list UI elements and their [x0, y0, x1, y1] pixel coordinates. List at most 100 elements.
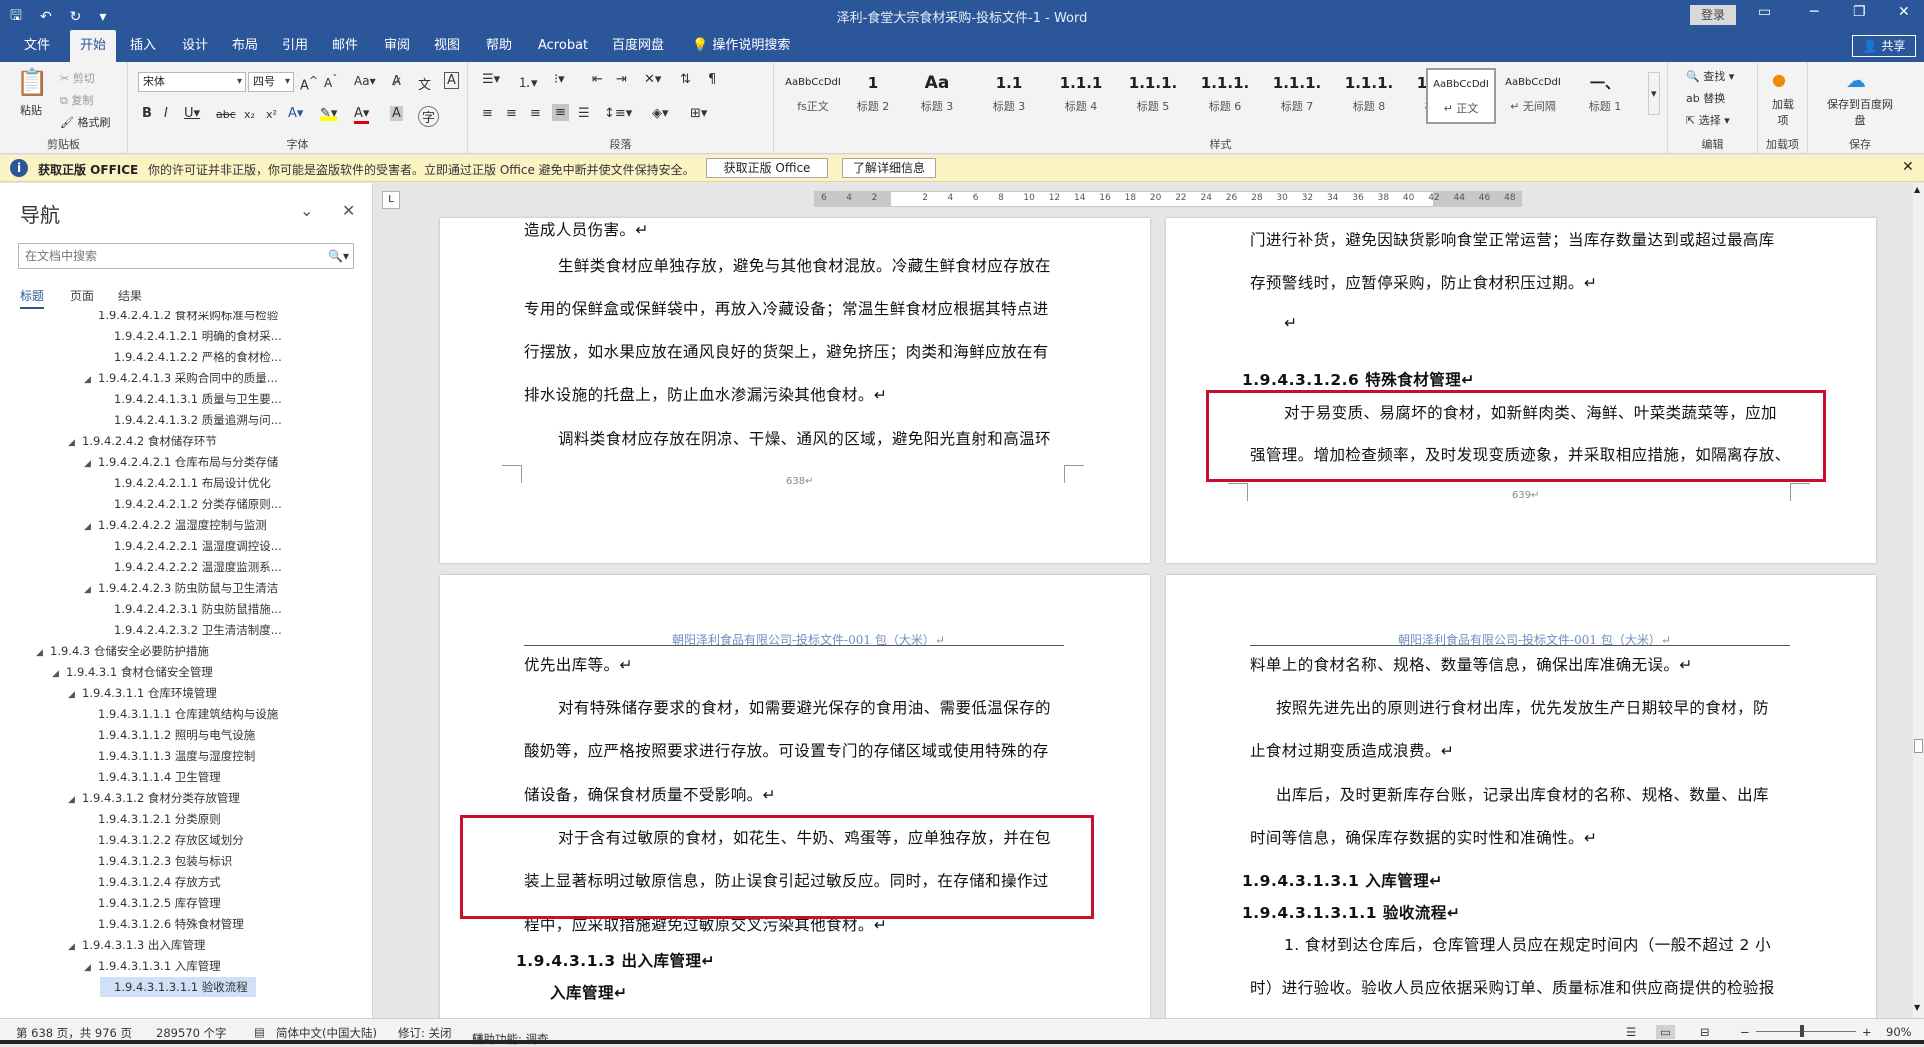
sort-icon[interactable]: ⇅ [680, 72, 691, 87]
style-item[interactable]: 1.1 标题 3 [974, 68, 1044, 124]
tab-design[interactable]: 设计 [172, 30, 218, 62]
doc-line[interactable]: 优先出库等。↵ [524, 653, 633, 675]
expand-arrow-icon[interactable]: ◢ [68, 937, 82, 957]
nav-tree-item[interactable]: 1.9.4.3.1.2.4 存放方式 [84, 872, 221, 892]
minimize-icon[interactable]: ─ [1810, 4, 1818, 20]
search-icon[interactable]: 🔍▾ [328, 244, 349, 268]
tab-acrobat[interactable]: Acrobat [528, 30, 598, 62]
font-size-combo[interactable]: 四号 [248, 72, 294, 92]
cut-button[interactable]: ✂ 剪切 [60, 70, 95, 86]
nav-tree-item[interactable]: ◢ 1.9.4.2.4.2.3 防虫防鼠与卫生清洁 [84, 578, 278, 598]
nav-tree-item[interactable]: ◢ 1.9.4.3.1.3 出入库管理 [68, 935, 205, 955]
tab-review[interactable]: 审阅 [374, 30, 420, 62]
nav-tree-item[interactable]: ◢ 1.9.4.3.1.1 仓库环境管理 [68, 683, 217, 703]
nav-tree-item[interactable]: 1.9.4.3.1.2.1 分类原则 [84, 809, 221, 829]
nav-tree-item[interactable]: ◢ 1.9.4.2.4.2.2 温湿度控制与监测 [84, 515, 267, 535]
doc-line[interactable]: 调料类食材应存放在阴凉、干燥、通风的区域，避免阳光直射和高温环 [558, 427, 1051, 449]
doc-line[interactable]: 止食材过期变质造成浪费。↵ [1250, 739, 1454, 761]
ribbon-display-options-icon[interactable]: ▭ [1758, 4, 1771, 20]
doc-line[interactable]: 行摆放，如水果应放在通风良好的货架上，避免挤压；肉类和海鲜应放在有 [524, 340, 1049, 362]
tab-selector[interactable]: L [382, 191, 400, 209]
learn-more-button[interactable]: 了解详细信息 [842, 158, 936, 178]
style-item-normal-selected[interactable]: AaBbCcDdI ↵ 正文 [1426, 68, 1496, 124]
nav-tree-item[interactable]: ◢ 1.9.4.2.4.1.3 采购合同中的质量... [84, 368, 278, 388]
close-message-icon[interactable]: ✕ [1902, 159, 1914, 175]
expand-arrow-icon[interactable]: ◢ [68, 790, 82, 810]
doc-line[interactable]: 专用的保鲜盒或保鲜袋中，再放入冷藏设备；常温生鲜食材应根据其特点进 [524, 297, 1049, 319]
word-count[interactable]: 289570 个字 [156, 1025, 227, 1041]
doc-line[interactable]: 按照先进先出的原则进行食材出库，优先发放生产日期较早的食材，防 [1276, 696, 1769, 718]
nav-tree-item[interactable]: ◢ 1.9.4.3.1 食材仓储安全管理 [52, 662, 213, 682]
borders-icon[interactable]: ⊞▾ [690, 106, 707, 121]
proofing-icon[interactable]: ▤ [254, 1025, 265, 1039]
nav-tree-item[interactable]: 1.9.4.2.4.1.3.2 质量追溯与问... [100, 410, 282, 430]
superscript-icon[interactable]: x² [266, 108, 277, 121]
style-item[interactable]: AaBbCcDdI ↵ 无间隔 [1498, 68, 1568, 124]
doc-line[interactable]: 门进行补货，避免因缺货影响食堂正常运营；当库存数量达到或超过最高库 [1250, 228, 1775, 250]
find-button[interactable]: 🔍 查找 ▾ [1686, 68, 1734, 84]
doc-line[interactable]: 造成人员伤害。↵ [524, 218, 649, 240]
clear-formatting-icon[interactable]: A̷ [392, 74, 401, 89]
addins-icon[interactable]: ● [1772, 70, 1786, 89]
italic-icon[interactable]: I [164, 106, 168, 121]
character-border-icon[interactable]: A [444, 72, 459, 89]
restore-icon[interactable]: ❐ [1853, 4, 1866, 20]
doc-line[interactable]: 生鲜类食材应单独存放，避免与其他食材混放。冷藏生鲜食材应存放在 [558, 254, 1051, 276]
tab-file[interactable]: 文件 [14, 30, 60, 62]
expand-arrow-icon[interactable]: ◢ [68, 685, 82, 705]
nav-tree-item[interactable]: 1.9.4.2.4.2.1.2 分类存储原则... [100, 494, 282, 514]
tab-home[interactable]: 开始 [70, 30, 117, 62]
nav-tree-item[interactable]: 1.9.4.2.4.2.2.1 温湿度调控设... [100, 536, 282, 556]
save-to-baidu-button[interactable]: 保存到百度网盘 [1822, 96, 1898, 128]
expand-arrow-icon[interactable]: ◢ [36, 643, 50, 663]
doc-line[interactable]: 出库后，及时更新库存台账，记录出库食材的名称、规格、数量、出库 [1276, 783, 1769, 805]
nav-tree-item[interactable]: 1.9.4.3.1.1.3 温度与湿度控制 [84, 746, 255, 766]
focus-mode-icon[interactable]: ☰ [1626, 1025, 1636, 1039]
increase-indent-icon[interactable]: ⇥ [616, 72, 627, 87]
highlight-icon[interactable]: ✎▾ [320, 106, 338, 121]
style-item[interactable]: 1.1.1 标题 4 [1046, 68, 1116, 124]
nav-search-input[interactable]: 在文档中搜索 🔍▾ [18, 243, 354, 269]
style-item[interactable]: Aa 标题 3 [902, 68, 972, 124]
doc-line[interactable]: 存预警线时，应暂停采购，防止食材积压过期。↵ [1250, 271, 1597, 293]
text-effects-icon[interactable]: A▾ [288, 106, 303, 121]
nav-tree-item[interactable]: 1.9.4.2.4.2.1.1 布局设计优化 [100, 473, 271, 493]
phonetic-guide-icon[interactable]: 文 [418, 74, 431, 93]
subscript-icon[interactable]: x₂ [244, 108, 255, 121]
styles-more-icon[interactable]: ▾ [1648, 72, 1660, 115]
doc-line[interactable]: 1. 食材到达仓库后，仓库管理人员应在规定时间内（一般不超过 2 小 [1284, 933, 1771, 955]
heading-inbound-management[interactable]: 1.9.4.3.1.3.1 入库管理↵ [1242, 869, 1443, 891]
heading-inspection-process[interactable]: 1.9.4.3.1.3.1.1 验收流程↵ [1242, 901, 1460, 923]
get-genuine-button[interactable]: 获取正版 Office [706, 158, 828, 178]
nav-tree-item[interactable]: 1.9.4.3.1.2.6 特殊食材管理 [84, 914, 244, 934]
font-name-combo[interactable]: 宋体 [138, 72, 246, 92]
heading-special-food[interactable]: 1.9.4.3.1.2.6 特殊食材管理↵ [1242, 368, 1475, 390]
expand-arrow-icon[interactable]: ◢ [84, 580, 98, 600]
nav-tree-item[interactable]: ◢ 1.9.4.2.4.2 食材储存环节 [68, 431, 217, 451]
paste-icon[interactable]: 📋 [16, 68, 48, 98]
style-item[interactable]: 1.1.1. 标题 6 [1190, 68, 1260, 124]
style-item[interactable]: 1 标题 2 [838, 68, 908, 124]
tell-me-search[interactable]: 💡 操作说明搜索 [682, 30, 800, 62]
doc-line[interactable]: ↵ [1284, 314, 1297, 332]
close-window-icon[interactable]: ✕ [1898, 4, 1910, 20]
nav-tab-pages[interactable]: 页面 [70, 287, 94, 304]
nav-tree-item[interactable]: 1.9.4.3.1.2.2 存放区域划分 [84, 830, 244, 850]
horizontal-ruler[interactable]: 6 4 2 2 4 6 8 10 12 14 16 18 20 22 24 26 28 30 32 34 36 38 40 4… [814, 191, 1522, 207]
tab-references[interactable]: 引用 [272, 30, 318, 62]
numbering-icon[interactable]: ⒈▾ [518, 72, 538, 91]
doc-line[interactable]: 排水设施的托盘上，防止血水渗漏污染其他食材。↵ [524, 383, 887, 405]
vertical-scrollbar[interactable]: ▲ ▼ [1913, 183, 1924, 1018]
underline-icon[interactable]: U▾ [184, 106, 200, 121]
nav-tree-item[interactable]: ◢ 1.9.4.2.4.2.1 仓库布局与分类存储 [84, 452, 278, 472]
expand-arrow-icon[interactable]: ◢ [84, 454, 98, 474]
print-layout-icon[interactable]: ▭ [1656, 1025, 1675, 1039]
distributed-icon[interactable]: ☰ [578, 106, 590, 121]
doc-line[interactable]: 对有特殊储存要求的食材，如需要避光保存的食用油、需要低温保存的 [558, 696, 1051, 718]
line-spacing-icon[interactable]: ↕≡▾ [604, 106, 632, 121]
zoom-slider[interactable] [1756, 1031, 1856, 1032]
tab-layout[interactable]: 布局 [222, 30, 268, 62]
align-left-icon[interactable]: ≡ [482, 106, 493, 121]
shading-icon[interactable]: ◈▾ [652, 106, 669, 121]
zoom-level[interactable]: 90% [1886, 1025, 1912, 1039]
